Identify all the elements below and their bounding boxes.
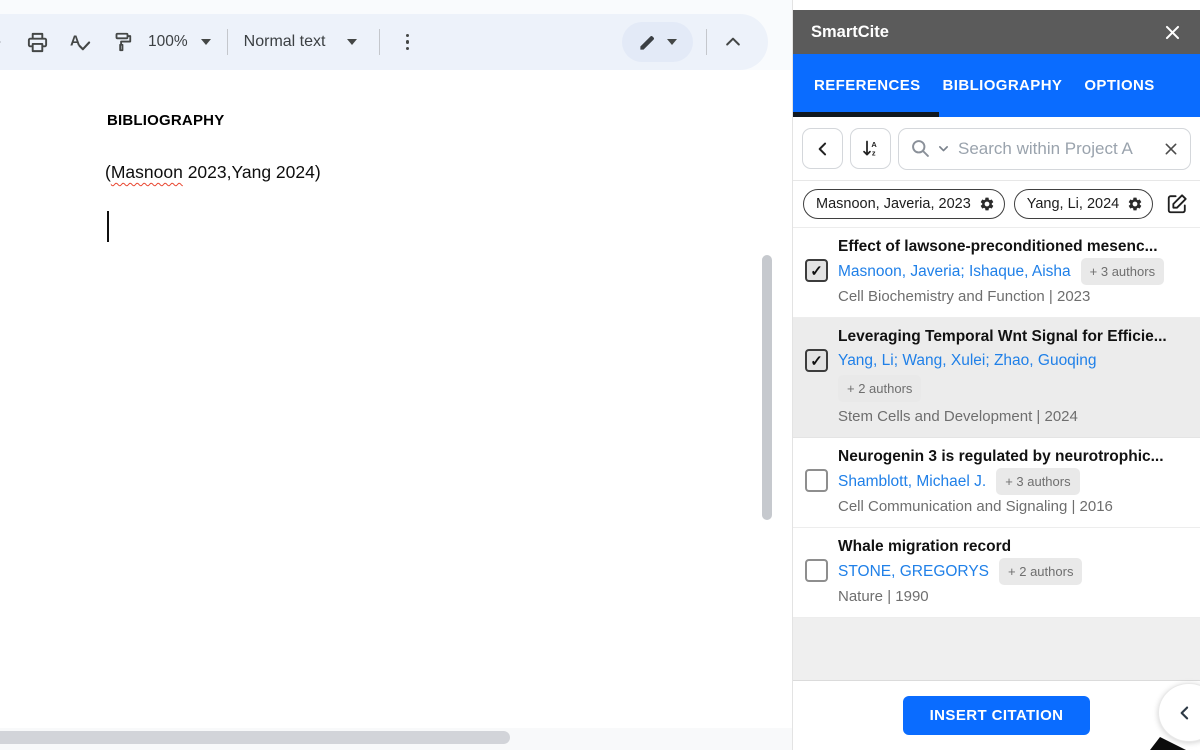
search-scope-caret-icon[interactable] bbox=[937, 142, 950, 155]
authors-count-badge: + 2 authors bbox=[999, 558, 1082, 585]
chip-label: Masnoon, Javeria, 2023 bbox=[816, 196, 971, 212]
reference-source: Cell Communication and Signaling | 2016 bbox=[838, 495, 1164, 518]
insert-citation-button[interactable]: INSERT CITATION bbox=[903, 696, 1091, 735]
paragraph-style[interactable]: Normal text bbox=[244, 33, 326, 51]
zoom-value[interactable]: 100% bbox=[148, 33, 188, 51]
horizontal-scrollbar[interactable] bbox=[0, 731, 510, 744]
citation-rest: 2023,Yang 2024) bbox=[183, 162, 321, 182]
reference-authors-row: Yang, Li; Wang, Xulei; Zhao, Guoqing + 2… bbox=[838, 348, 1167, 405]
doc-heading: BIBLIOGRAPHY bbox=[107, 112, 224, 129]
panel-footer: INSERT CITATION bbox=[793, 680, 1200, 750]
compose-icon bbox=[1166, 193, 1188, 215]
svg-text:A: A bbox=[69, 33, 79, 49]
reference-body: Effect of lawsone-preconditioned mesenc.… bbox=[838, 236, 1164, 308]
citation-chip[interactable]: Masnoon, Javeria, 2023 bbox=[803, 189, 1005, 219]
toolbar-divider bbox=[379, 29, 380, 55]
tab-bibliography[interactable]: BIBLIOGRAPHY bbox=[932, 77, 1074, 94]
editing-mode-caret-icon bbox=[667, 39, 677, 45]
zoom-caret-icon[interactable] bbox=[201, 39, 211, 45]
reference-checkbox[interactable] bbox=[805, 559, 828, 582]
reference-source: Cell Biochemistry and Function | 2023 bbox=[838, 285, 1164, 308]
close-icon[interactable] bbox=[1163, 23, 1182, 42]
reference-item[interactable]: Neurogenin 3 is regulated by neurotrophi… bbox=[793, 438, 1200, 528]
search-field[interactable] bbox=[898, 128, 1191, 170]
search-icon bbox=[910, 138, 931, 159]
reference-body: Whale migration record STONE, GREGORYS +… bbox=[838, 536, 1082, 608]
reference-item[interactable]: Leveraging Temporal Wnt Signal for Effic… bbox=[793, 318, 1200, 438]
authors-count-badge: + 3 authors bbox=[996, 468, 1079, 495]
text-cursor bbox=[107, 211, 109, 242]
search-row: A z bbox=[793, 117, 1200, 181]
reference-list: Effect of lawsone-preconditioned mesenc.… bbox=[793, 228, 1200, 681]
editing-mode-button[interactable] bbox=[622, 22, 693, 62]
doc-citation-text: (Masnoon 2023,Yang 2024) bbox=[105, 162, 321, 183]
reference-item[interactable]: Whale migration record STONE, GREGORYS +… bbox=[793, 528, 1200, 618]
clear-search-icon[interactable] bbox=[1163, 141, 1179, 157]
search-input[interactable] bbox=[956, 138, 1157, 160]
more-options-icon[interactable] bbox=[394, 29, 420, 55]
edit-citation-button[interactable] bbox=[1164, 193, 1190, 215]
reference-authors[interactable]: Masnoon, Javeria; Ishaque, Aisha bbox=[838, 261, 1071, 283]
reference-source: Nature | 1990 bbox=[838, 585, 1082, 608]
reference-authors[interactable]: Shamblott, Michael J. bbox=[838, 471, 986, 493]
reference-title: Effect of lawsone-preconditioned mesenc.… bbox=[838, 236, 1164, 258]
spellcheck-icon[interactable]: A bbox=[67, 29, 93, 55]
paint-format-icon[interactable] bbox=[109, 29, 135, 55]
authors-count-badge: + 3 authors bbox=[1081, 258, 1164, 285]
back-button[interactable] bbox=[802, 128, 843, 169]
reference-authors-row: Shamblott, Michael J. + 3 authors bbox=[838, 468, 1164, 495]
citation-flagged-word: Masnoon bbox=[111, 162, 183, 182]
chevron-left-icon bbox=[813, 139, 833, 159]
smartcite-panel: SmartCite REFERENCES BIBLIOGRAPHY OPTION… bbox=[792, 0, 1200, 750]
document-area: A 100% Normal text BIBLIOGRAPHY (Masnoon… bbox=[0, 0, 792, 750]
tab-references[interactable]: REFERENCES bbox=[803, 77, 932, 94]
reference-authors[interactable]: STONE, GREGORYS bbox=[838, 561, 989, 583]
reference-checkbox[interactable] bbox=[805, 349, 828, 372]
citation-chip[interactable]: Yang, Li, 2024 bbox=[1014, 189, 1153, 219]
citation-chips-row: Masnoon, Javeria, 2023 Yang, Li, 2024 bbox=[793, 181, 1200, 228]
sort-az-icon: A z bbox=[860, 138, 881, 159]
chevron-left-icon bbox=[1175, 703, 1195, 723]
mouse-cursor bbox=[1148, 736, 1190, 750]
tab-options[interactable]: OPTIONS bbox=[1073, 77, 1165, 94]
smartcite-header: SmartCite bbox=[793, 10, 1200, 54]
sort-button[interactable]: A z bbox=[850, 128, 891, 169]
style-caret-icon[interactable] bbox=[347, 39, 357, 45]
collapse-toolbar-icon[interactable] bbox=[720, 29, 746, 55]
authors-count-badge: + 2 authors bbox=[838, 375, 921, 402]
vertical-scrollbar[interactable] bbox=[762, 255, 772, 520]
reference-authors[interactable]: Yang, Li; Wang, Xulei; Zhao, Guoqing bbox=[838, 350, 1097, 372]
reference-title: Neurogenin 3 is regulated by neurotrophi… bbox=[838, 446, 1164, 468]
reference-authors-row: STONE, GREGORYS + 2 authors bbox=[838, 558, 1082, 585]
toolbar-divider bbox=[227, 29, 228, 55]
reference-source: Stem Cells and Development | 2024 bbox=[838, 405, 1167, 428]
reference-authors-row: Masnoon, Javeria; Ishaque, Aisha + 3 aut… bbox=[838, 258, 1164, 285]
panel-title: SmartCite bbox=[811, 23, 889, 42]
svg-text:A: A bbox=[871, 140, 877, 149]
svg-text:z: z bbox=[872, 149, 876, 158]
reference-body: Leveraging Temporal Wnt Signal for Effic… bbox=[838, 326, 1167, 428]
horizontal-scrollbar-track bbox=[0, 728, 792, 750]
chip-label: Yang, Li, 2024 bbox=[1027, 196, 1119, 212]
reference-checkbox[interactable] bbox=[805, 259, 828, 282]
docs-toolbar: A 100% Normal text bbox=[0, 14, 768, 70]
reference-title: Leveraging Temporal Wnt Signal for Effic… bbox=[838, 326, 1167, 348]
gear-icon[interactable] bbox=[1127, 196, 1143, 212]
tab-bar: REFERENCES BIBLIOGRAPHY OPTIONS bbox=[793, 54, 1200, 117]
reference-item[interactable]: Effect of lawsone-preconditioned mesenc.… bbox=[793, 228, 1200, 318]
redo-icon[interactable] bbox=[0, 29, 10, 55]
reference-body: Neurogenin 3 is regulated by neurotrophi… bbox=[838, 446, 1164, 518]
print-icon[interactable] bbox=[24, 29, 50, 55]
pencil-icon bbox=[638, 33, 657, 52]
gear-icon[interactable] bbox=[979, 196, 995, 212]
reference-title: Whale migration record bbox=[838, 536, 1082, 558]
reference-checkbox[interactable] bbox=[805, 469, 828, 492]
toolbar-divider bbox=[706, 29, 707, 55]
